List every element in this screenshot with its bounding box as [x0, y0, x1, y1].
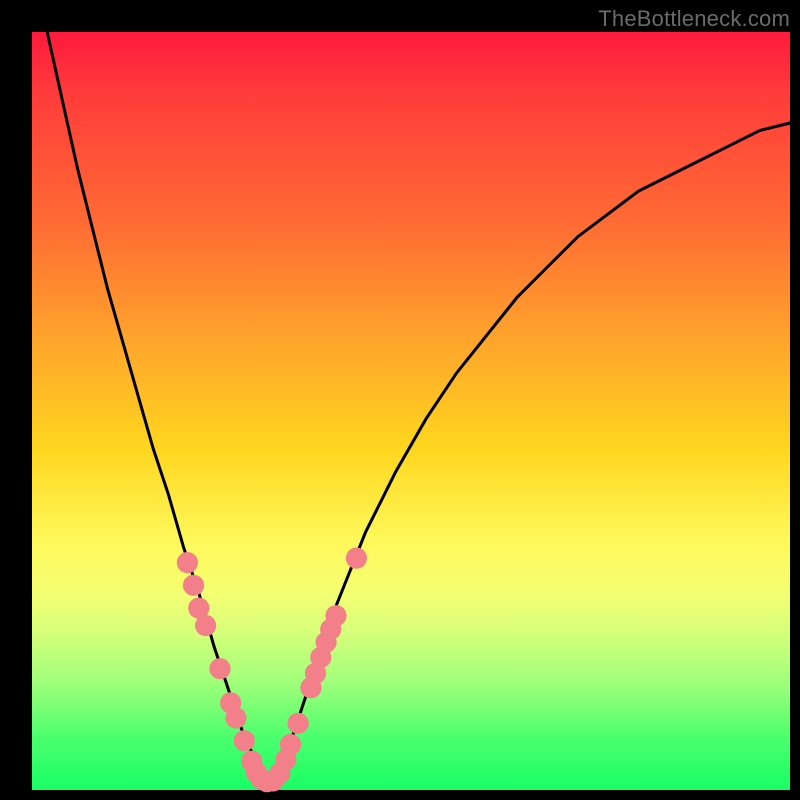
chart-marker — [346, 548, 367, 569]
chart-markers — [177, 548, 367, 793]
chart-marker — [177, 552, 198, 573]
chart-marker — [195, 615, 216, 636]
chart-svg — [32, 32, 790, 790]
chart-marker — [325, 605, 346, 626]
chart-plot-area — [32, 32, 790, 790]
chart-marker — [288, 713, 309, 734]
watermark-text: TheBottleneck.com — [598, 6, 790, 32]
chart-marker — [183, 575, 204, 596]
chart-marker — [209, 658, 230, 679]
chart-marker — [280, 734, 301, 755]
chart-marker — [234, 730, 255, 751]
chart-marker — [225, 707, 246, 728]
chart-frame: TheBottleneck.com — [0, 0, 800, 800]
chart-curve — [32, 0, 790, 782]
